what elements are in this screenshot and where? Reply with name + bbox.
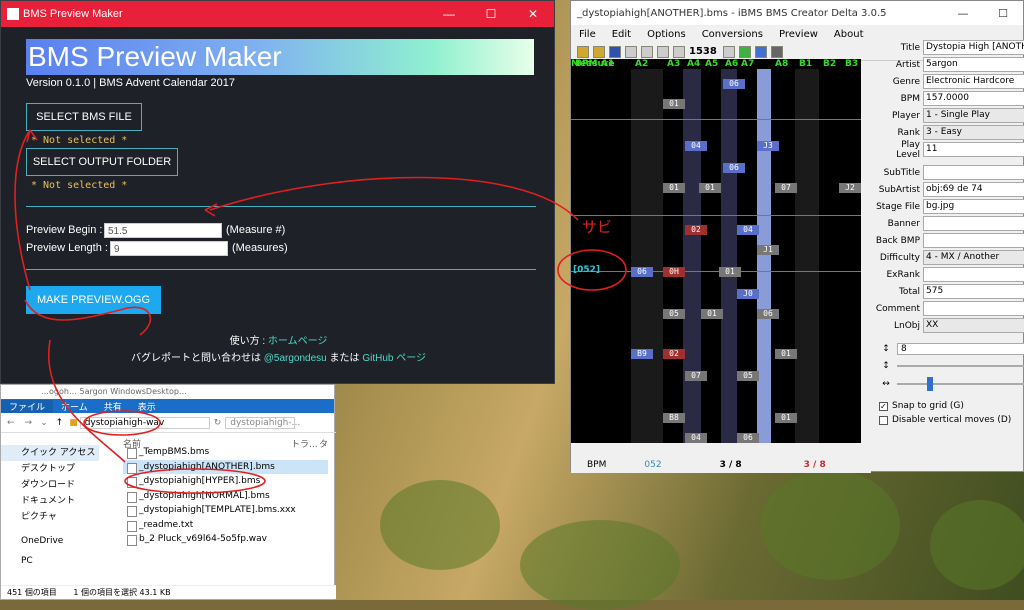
- measure-circle: [557, 249, 627, 291]
- file-circle: [124, 468, 266, 494]
- arrow-to-begin: [209, 176, 579, 221]
- folder-circle: [83, 410, 161, 436]
- arrow-to-select: [14, 129, 31, 291]
- arrow-from-file: [47, 339, 126, 463]
- annotation-overlay: サビ: [14, 129, 627, 494]
- sabi-annotation: サビ: [582, 218, 612, 236]
- make-scribble: [24, 299, 152, 336]
